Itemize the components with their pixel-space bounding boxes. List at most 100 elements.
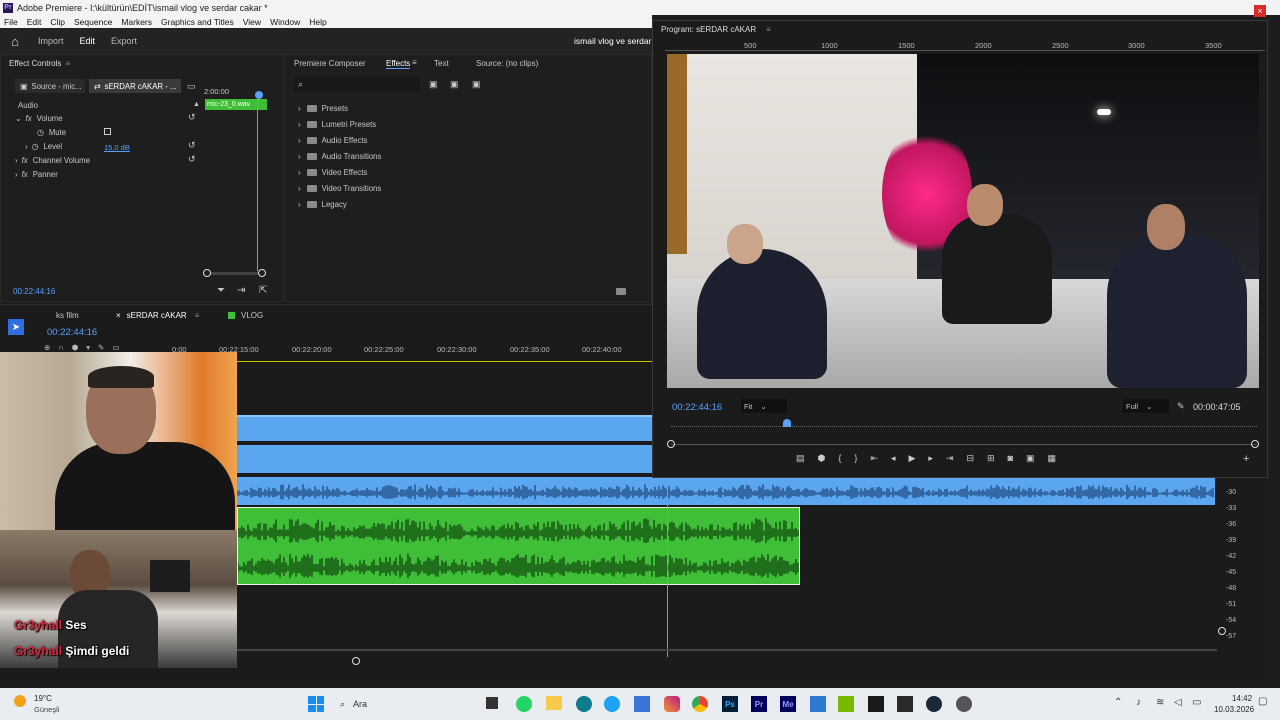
zoom-bar[interactable] [671,444,1257,445]
work-area-bar[interactable] [237,361,652,362]
playhead-handle[interactable] [255,91,263,99]
menu-file[interactable]: File [0,17,23,27]
stopwatch-icon[interactable]: ◷ [37,128,44,137]
go-to-in-icon[interactable]: ⇤ [870,453,878,464]
volume-row[interactable]: ⌄ fx Volume [15,112,63,124]
timeline-scrollbar[interactable] [237,649,1217,651]
export-icon[interactable]: ⇥ [237,285,245,296]
collapse-icon[interactable]: ▲ [193,101,200,108]
premiere-icon[interactable]: Pr [751,696,767,712]
microphone-icon[interactable]: ♪ [1136,697,1141,708]
zoom-handle-left[interactable] [667,440,675,448]
menu-clip[interactable]: Clip [46,17,70,27]
menu-graphics[interactable]: Graphics and Titles [157,17,239,27]
chrome-icon[interactable] [692,696,708,712]
menu-view[interactable]: View [239,17,266,27]
fit-dropdown[interactable]: Fit ⌄ [741,399,787,413]
sequence-tab[interactable]: ⇄ sERDAR cAKAR - ... [89,79,181,93]
tab-text[interactable]: Text [434,59,449,68]
clock-time[interactable]: 14:42 [1232,694,1252,703]
wifi-icon[interactable]: ≋ [1156,697,1164,708]
close-window-button[interactable]: × [1254,5,1266,17]
epic-games-icon[interactable] [897,696,913,712]
menu-edit[interactable]: Edit [23,17,47,27]
reset-icon[interactable]: ↺ [188,154,196,165]
app-icon[interactable] [956,696,972,712]
folder-legacy[interactable]: › Legacy [298,198,347,210]
level-value[interactable]: 15,0 dB [104,143,130,152]
stopwatch-icon[interactable]: ◷ [32,142,39,151]
folder-audio-effects[interactable]: › Audio Effects [298,134,367,146]
mark-in-icon[interactable]: { [838,453,841,464]
marker-icon[interactable]: ▾ [86,343,90,352]
battery-icon[interactable]: ▭ [1192,697,1201,708]
monitor-playhead[interactable] [783,419,791,427]
step-back-icon[interactable]: ◂ [891,453,896,464]
volume-icon[interactable]: ◁ [1174,697,1182,708]
lift-icon[interactable]: ▤ [796,453,805,464]
scrub-ruler[interactable] [671,426,1257,427]
accelerated-effects-icon[interactable]: ▣ [429,79,438,90]
steam-icon[interactable] [926,696,942,712]
nvidia-icon[interactable] [838,696,854,712]
weather-icon[interactable] [14,695,26,707]
weather-temp[interactable]: 19°C [34,694,52,703]
reset-icon[interactable]: ↺ [188,140,196,151]
weather-desc[interactable]: Güneşli [34,705,59,714]
captions-icon[interactable]: ▭ [112,343,119,352]
channel-volume-row[interactable]: › fx Channel Volume [15,154,90,166]
insert-icon[interactable]: ⊟ [966,453,974,464]
notifications-icon[interactable]: ▢ [1258,696,1267,707]
selection-tool-icon[interactable]: ➤ [8,319,24,335]
panel-menu-icon[interactable]: ≡ [412,58,417,67]
zoom-handle-right[interactable] [1251,440,1259,448]
tab-import[interactable]: Import [30,36,72,46]
menu-window[interactable]: Window [266,17,305,27]
folder-lumetri-presets[interactable]: › Lumetri Presets [298,118,376,130]
file-explorer-icon[interactable] [546,696,562,710]
menu-help[interactable]: Help [305,17,331,27]
mark-out-icon[interactable]: } [854,453,857,464]
windows-start-icon[interactable] [308,696,324,712]
whatsapp-icon[interactable] [516,696,532,712]
photoshop-icon[interactable]: Ps [722,696,738,712]
zoom-handle-right[interactable] [258,269,266,277]
instagram-icon[interactable] [664,696,680,712]
folder-video-transitions[interactable]: › Video Transitions [298,182,381,194]
yuv-effects-icon[interactable]: ▣ [472,79,481,90]
linked-selection-icon[interactable]: ∩ [58,343,63,352]
camera-icon[interactable]: ◙ [1008,453,1013,464]
32bit-effects-icon[interactable]: ▣ [450,79,459,90]
snap-icon[interactable]: ⊕ [44,343,50,352]
step-forward-icon[interactable]: ▸ [928,453,933,464]
video-clip[interactable] [237,415,652,441]
tab-effects[interactable]: Effects [386,59,411,69]
reset-icon[interactable]: ↺ [188,112,196,123]
audio-clip-blue[interactable] [237,477,1215,505]
home-icon[interactable]: ⌂ [0,34,30,49]
overwrite-icon[interactable]: ⊞ [987,453,995,464]
folder-video-effects[interactable]: › Video Effects [298,166,367,178]
quality-dropdown[interactable]: Full ⌄ [1123,399,1169,413]
video-frame[interactable] [667,54,1259,388]
panner-row[interactable]: › fx Panner [15,168,58,180]
vertical-scroll-handle[interactable] [1218,627,1226,635]
zoom-handle-left[interactable] [203,269,211,277]
timeline-tab-ks-film[interactable]: ks film [56,311,79,320]
zoom-scrollbar[interactable] [205,272,265,275]
task-view-icon[interactable] [486,697,498,709]
play-icon[interactable]: ▶ [908,453,915,464]
terminal-icon[interactable] [868,696,884,712]
add-button-icon[interactable]: + [1243,453,1249,465]
chevron-up-icon[interactable]: ⌃ [1114,697,1122,708]
folder-audio-transitions[interactable]: › Audio Transitions [298,150,381,162]
app-icon[interactable] [576,696,592,712]
tab-source[interactable]: Source: (no clips) [476,59,538,68]
mute-checkbox[interactable] [104,128,111,135]
source-tab[interactable]: ▣ Source - mic... [15,79,85,93]
timeline-tab-serdar[interactable]: × sERDAR cAKAR ≡ [116,311,199,320]
share-icon[interactable]: ⇱ [259,285,267,296]
audio-clip-green[interactable] [237,507,800,585]
panel-menu-icon[interactable]: ▭ [187,81,196,92]
timeline-zoom-handle[interactable] [352,657,360,665]
